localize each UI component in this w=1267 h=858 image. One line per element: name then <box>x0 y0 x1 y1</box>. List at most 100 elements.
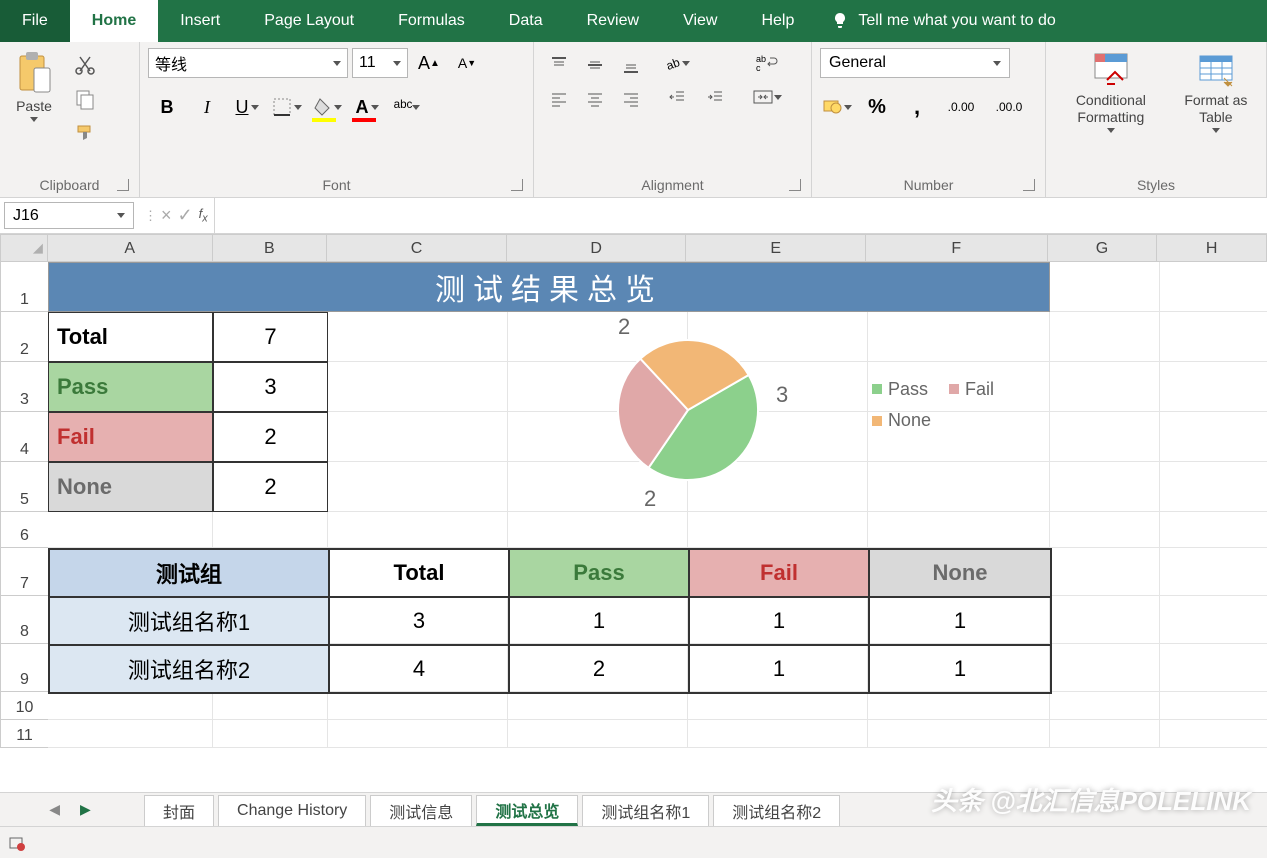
cancel-icon[interactable]: × <box>161 205 172 226</box>
nav-prev-icon[interactable]: ◀ <box>49 801 60 818</box>
sheet-tab-测试组名称1[interactable]: 测试组名称1 <box>582 795 709 826</box>
font-size-combo[interactable]: 11 <box>352 48 408 78</box>
grow-font-button[interactable]: A▲ <box>412 48 446 78</box>
wrap-text-button[interactable]: abc <box>744 48 790 78</box>
header-none[interactable]: None <box>869 549 1051 597</box>
sheet-tab-测试总览[interactable]: 测试总览 <box>476 795 578 826</box>
format-as-table-button[interactable]: Format as Table <box>1174 48 1258 135</box>
row-header-7[interactable]: 7 <box>0 548 48 596</box>
increase-indent-button[interactable] <box>698 82 732 112</box>
bold-button[interactable]: B <box>148 90 186 124</box>
row-header-2[interactable]: 2 <box>0 312 48 362</box>
sheet-tab-测试信息[interactable]: 测试信息 <box>370 795 472 826</box>
formula-input[interactable] <box>214 198 1267 233</box>
dialog-launcher-icon[interactable] <box>1023 179 1035 191</box>
cell-group2-fail[interactable]: 1 <box>689 645 869 693</box>
align-center-button[interactable] <box>578 84 612 114</box>
col-header-E[interactable]: E <box>686 234 866 262</box>
cell-group2-total[interactable]: 4 <box>329 645 509 693</box>
row-header-9[interactable]: 9 <box>0 644 48 692</box>
row-header-8[interactable]: 8 <box>0 596 48 644</box>
dialog-launcher-icon[interactable] <box>789 179 801 191</box>
align-middle-button[interactable] <box>578 50 612 80</box>
cell-none-value[interactable]: 2 <box>213 462 328 512</box>
cell-group1-fail[interactable]: 1 <box>689 597 869 645</box>
tab-review[interactable]: Review <box>565 0 661 42</box>
underline-button[interactable]: U <box>228 90 266 124</box>
tab-view[interactable]: View <box>661 0 739 42</box>
cell-none-label[interactable]: None <box>48 462 213 512</box>
enter-icon[interactable]: ✓ <box>178 205 193 226</box>
sheet-title[interactable]: 测试结果总览 <box>48 262 1050 312</box>
tab-home[interactable]: Home <box>70 0 158 42</box>
sheet-tab-封面[interactable]: 封面 <box>144 795 214 826</box>
sheet-tab-Change History[interactable]: Change History <box>218 795 366 826</box>
pie-chart[interactable]: 3 2 2 Pass Fail None <box>328 312 1050 516</box>
tab-page-layout[interactable]: Page Layout <box>242 0 376 42</box>
dialog-launcher-icon[interactable] <box>511 179 523 191</box>
paste-button[interactable]: Paste <box>8 48 60 124</box>
record-macro-icon[interactable] <box>8 834 26 852</box>
sheet-nav-arrows[interactable]: ◀▶ <box>0 793 140 826</box>
fill-color-button[interactable] <box>308 90 346 124</box>
header-pass[interactable]: Pass <box>509 549 689 597</box>
tab-data[interactable]: Data <box>487 0 565 42</box>
cell-group1-pass[interactable]: 1 <box>509 597 689 645</box>
cell-group2-name[interactable]: 测试组名称2 <box>49 645 329 693</box>
dialog-launcher-icon[interactable] <box>117 179 129 191</box>
sheet-tab-测试组名称2[interactable]: 测试组名称2 <box>713 795 840 826</box>
tab-formulas[interactable]: Formulas <box>376 0 487 42</box>
tab-help[interactable]: Help <box>739 0 816 42</box>
italic-button[interactable]: I <box>188 90 226 124</box>
header-total[interactable]: Total <box>329 549 509 597</box>
decrease-decimal-button[interactable]: .00.0 <box>988 92 1030 122</box>
row-header-11[interactable]: 11 <box>0 720 48 748</box>
cell-pass-label[interactable]: Pass <box>48 362 213 412</box>
row-header-3[interactable]: 3 <box>0 362 48 412</box>
fx-icon[interactable]: fx <box>199 206 208 225</box>
number-format-combo[interactable]: General <box>820 48 1010 78</box>
comma-button[interactable]: , <box>900 92 934 122</box>
cut-button[interactable] <box>68 50 102 80</box>
cell-total-label[interactable]: Total <box>48 312 213 362</box>
cell-group1-total[interactable]: 3 <box>329 597 509 645</box>
col-header-A[interactable]: A <box>48 234 213 262</box>
nav-next-icon[interactable]: ▶ <box>80 801 91 818</box>
col-header-H[interactable]: H <box>1157 234 1267 262</box>
row-header-6[interactable]: 6 <box>0 512 48 548</box>
col-header-G[interactable]: G <box>1048 234 1158 262</box>
cell-group1-name[interactable]: 测试组名称1 <box>49 597 329 645</box>
font-name-combo[interactable]: 等线 <box>148 48 348 78</box>
row-header-1[interactable]: 1 <box>0 262 48 312</box>
align-bottom-button[interactable] <box>614 50 648 80</box>
copy-button[interactable] <box>68 84 102 114</box>
percent-button[interactable]: % <box>860 92 894 122</box>
cell-total-value[interactable]: 7 <box>213 312 328 362</box>
cell-group2-none[interactable]: 1 <box>869 645 1051 693</box>
cell-group1-none[interactable]: 1 <box>869 597 1051 645</box>
align-top-button[interactable] <box>542 50 576 80</box>
row-header-5[interactable]: 5 <box>0 462 48 512</box>
header-group[interactable]: 测试组 <box>49 549 329 597</box>
orientation-button[interactable]: ab <box>660 48 694 78</box>
tab-file[interactable]: File <box>0 0 70 42</box>
cell-group2-pass[interactable]: 2 <box>509 645 689 693</box>
cell-pass-value[interactable]: 3 <box>213 362 328 412</box>
col-header-F[interactable]: F <box>866 234 1048 262</box>
tell-me-search[interactable]: Tell me what you want to do <box>816 0 1069 42</box>
align-right-button[interactable] <box>614 84 648 114</box>
select-all-corner[interactable]: ◢ <box>0 234 48 262</box>
tab-insert[interactable]: Insert <box>158 0 242 42</box>
cell-fail-value[interactable]: 2 <box>213 412 328 462</box>
cell-fail-label[interactable]: Fail <box>48 412 213 462</box>
font-color-button[interactable]: A <box>348 90 386 124</box>
phonetic-button[interactable]: abc <box>388 90 426 124</box>
shrink-font-button[interactable]: A▼ <box>450 48 484 78</box>
merge-button[interactable] <box>744 82 790 112</box>
align-left-button[interactable] <box>542 84 576 114</box>
row-header-10[interactable]: 10 <box>0 692 48 720</box>
worksheet-area[interactable]: ◢ ABCDEFGH 1234567891011 测试结果总览 Total7 P… <box>0 234 1267 768</box>
name-box[interactable]: J16 <box>4 202 134 229</box>
borders-button[interactable] <box>268 90 306 124</box>
row-header-4[interactable]: 4 <box>0 412 48 462</box>
